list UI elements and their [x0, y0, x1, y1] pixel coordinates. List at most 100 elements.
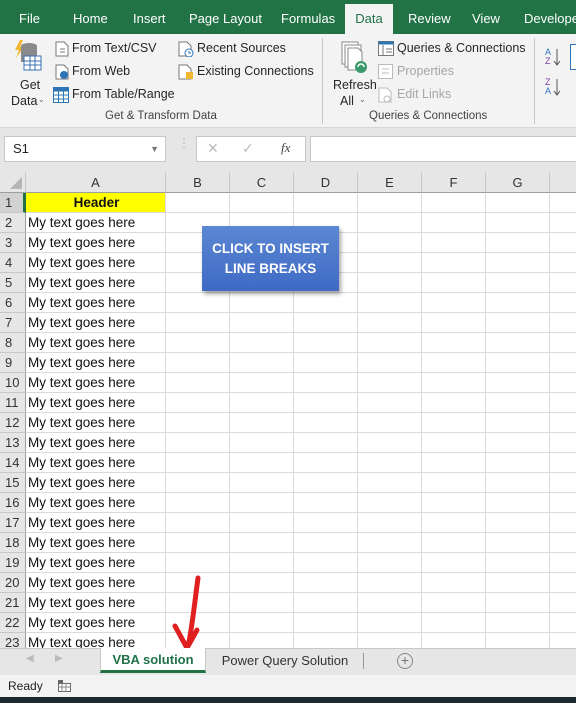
empty-cell[interactable] — [358, 553, 422, 573]
table-cell[interactable]: My text goes here — [26, 573, 166, 593]
empty-cell[interactable] — [422, 193, 486, 213]
row-header[interactable]: 17 — [0, 513, 26, 533]
empty-cell[interactable] — [166, 313, 230, 333]
table-cell[interactable]: My text goes here — [26, 433, 166, 453]
empty-cell[interactable] — [358, 413, 422, 433]
empty-cell[interactable] — [486, 193, 550, 213]
table-cell[interactable]: My text goes here — [26, 453, 166, 473]
sort-a-z-button[interactable]: AZ — [544, 46, 564, 68]
refresh-all-button[interactable]: Refresh All ⌄ — [330, 38, 378, 108]
column-header-c[interactable]: C — [230, 172, 294, 193]
empty-cell[interactable] — [166, 333, 230, 353]
empty-cell[interactable] — [358, 493, 422, 513]
empty-cell[interactable] — [230, 393, 294, 413]
table-cell[interactable]: My text goes here — [26, 413, 166, 433]
empty-cell[interactable] — [294, 473, 358, 493]
empty-cell[interactable] — [358, 473, 422, 493]
add-sheet-icon[interactable]: + — [397, 653, 413, 669]
column-header-h[interactable] — [550, 172, 576, 193]
tab-view[interactable]: View — [472, 4, 500, 34]
empty-cell[interactable] — [550, 553, 576, 573]
empty-cell[interactable] — [486, 533, 550, 553]
empty-cell[interactable] — [230, 433, 294, 453]
empty-cell[interactable] — [486, 313, 550, 333]
empty-cell[interactable] — [294, 453, 358, 473]
empty-cell[interactable] — [166, 193, 230, 213]
empty-cell[interactable] — [294, 293, 358, 313]
empty-cell[interactable] — [486, 233, 550, 253]
empty-cell[interactable] — [230, 193, 294, 213]
row-header[interactable]: 12 — [0, 413, 26, 433]
empty-cell[interactable] — [550, 353, 576, 373]
empty-cell[interactable] — [294, 513, 358, 533]
get-data-button[interactable]: Get Data ⌄ — [6, 38, 48, 108]
empty-cell[interactable] — [422, 553, 486, 573]
empty-cell[interactable] — [486, 213, 550, 233]
table-cell[interactable]: My text goes here — [26, 253, 166, 273]
empty-cell[interactable] — [230, 493, 294, 513]
empty-cell[interactable] — [550, 213, 576, 233]
row-header[interactable]: 3 — [0, 233, 26, 253]
empty-cell[interactable] — [358, 393, 422, 413]
column-header-g[interactable]: G — [486, 172, 550, 193]
empty-cell[interactable] — [358, 433, 422, 453]
from-table-range-button[interactable]: From Table/Range — [52, 86, 175, 104]
sort-z-a-button[interactable]: ZA — [544, 76, 564, 98]
empty-cell[interactable] — [422, 333, 486, 353]
table-cell[interactable]: My text goes here — [26, 613, 166, 633]
empty-cell[interactable] — [422, 233, 486, 253]
table-cell[interactable]: My text goes here — [26, 513, 166, 533]
empty-cell[interactable] — [550, 473, 576, 493]
empty-cell[interactable] — [422, 273, 486, 293]
scroll-right-icon[interactable]: ▶ — [55, 653, 63, 664]
sort-button[interactable] — [570, 44, 576, 70]
empty-cell[interactable] — [294, 353, 358, 373]
empty-cell[interactable] — [550, 513, 576, 533]
queries-connections-button[interactable]: Queries & Connections — [378, 40, 538, 58]
table-cell[interactable]: My text goes here — [26, 273, 166, 293]
empty-cell[interactable] — [486, 273, 550, 293]
empty-cell[interactable] — [550, 313, 576, 333]
empty-cell[interactable] — [294, 633, 358, 648]
empty-cell[interactable] — [166, 353, 230, 373]
empty-cell[interactable] — [422, 613, 486, 633]
table-cell[interactable]: My text goes here — [26, 393, 166, 413]
empty-cell[interactable] — [486, 553, 550, 573]
sheet-tab-power-query-solution[interactable]: Power Query Solution — [210, 649, 360, 673]
row-header[interactable]: 18 — [0, 533, 26, 553]
table-cell[interactable]: My text goes here — [26, 533, 166, 553]
empty-cell[interactable] — [294, 593, 358, 613]
empty-cell[interactable] — [294, 373, 358, 393]
table-cell[interactable]: My text goes here — [26, 213, 166, 233]
table-cell[interactable]: My text goes here — [26, 353, 166, 373]
edit-links-button[interactable]: Edit Links — [378, 86, 478, 104]
empty-cell[interactable] — [358, 353, 422, 373]
cancel-icon[interactable]: ✕ — [207, 140, 219, 157]
empty-cell[interactable] — [486, 373, 550, 393]
empty-cell[interactable] — [294, 413, 358, 433]
row-header[interactable]: 22 — [0, 613, 26, 633]
empty-cell[interactable] — [358, 573, 422, 593]
empty-cell[interactable] — [486, 393, 550, 413]
empty-cell[interactable] — [422, 453, 486, 473]
tab-insert[interactable]: Insert — [133, 4, 166, 34]
empty-cell[interactable] — [486, 613, 550, 633]
empty-cell[interactable] — [550, 633, 576, 648]
empty-cell[interactable] — [166, 533, 230, 553]
empty-cell[interactable] — [486, 453, 550, 473]
empty-cell[interactable] — [230, 633, 294, 648]
empty-cell[interactable] — [422, 413, 486, 433]
empty-cell[interactable] — [550, 493, 576, 513]
column-header-d[interactable]: D — [294, 172, 358, 193]
empty-cell[interactable] — [422, 593, 486, 613]
insert-line-breaks-button[interactable]: CLICK TO INSERT LINE BREAKS — [202, 226, 339, 291]
table-cell[interactable]: My text goes here — [26, 493, 166, 513]
empty-cell[interactable] — [486, 633, 550, 648]
empty-cell[interactable] — [422, 253, 486, 273]
header-cell[interactable]: Header — [26, 193, 166, 213]
empty-cell[interactable] — [166, 433, 230, 453]
empty-cell[interactable] — [550, 393, 576, 413]
name-box[interactable]: S1 ▼ — [4, 136, 166, 162]
empty-cell[interactable] — [294, 313, 358, 333]
empty-cell[interactable] — [486, 573, 550, 593]
